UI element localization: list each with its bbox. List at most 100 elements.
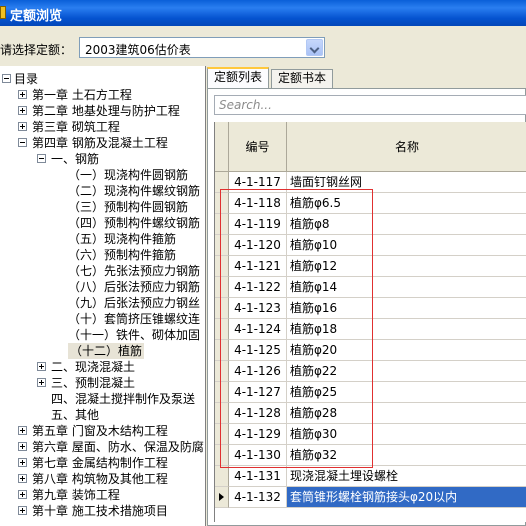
cell-name[interactable]: 植筋φ18	[287, 319, 526, 340]
cell-name[interactable]: 植筋φ32	[287, 445, 526, 466]
cell-code[interactable]: 4-1-127	[229, 382, 287, 403]
tree-node[interactable]: 第九章 装饰工程	[32, 487, 120, 503]
cell-code[interactable]: 4-1-131	[229, 466, 287, 487]
row-indicator[interactable]	[215, 340, 229, 361]
tree-node[interactable]: 五、其他	[51, 407, 99, 423]
tree-node[interactable]: 第八章 构筑物及其他工程	[32, 471, 168, 487]
table-row[interactable]: 4-1-126 植筋φ22	[215, 361, 526, 382]
tree-node[interactable]: （三）预制构件圆钢筋	[68, 199, 188, 215]
row-indicator[interactable]	[215, 319, 229, 340]
expand-icon[interactable]	[18, 442, 27, 451]
collapse-icon[interactable]	[18, 138, 27, 147]
cell-code[interactable]: 4-1-126	[229, 361, 287, 382]
cell-name[interactable]: 植筋φ20	[287, 340, 526, 361]
cell-code[interactable]: 4-1-129	[229, 424, 287, 445]
tree-node[interactable]: （八）后张法预应力钢筋	[68, 279, 200, 295]
table-row[interactable]: 4-1-132 套筒锥形螺栓钢筋接头φ20以内	[215, 487, 526, 508]
expand-icon[interactable]	[37, 362, 46, 371]
quota-select[interactable]: 2003建筑06估价表	[79, 37, 325, 58]
table-row[interactable]: 4-1-130 植筋φ32	[215, 445, 526, 466]
tab-quota-list[interactable]: 定额列表	[207, 67, 270, 89]
expand-icon[interactable]	[18, 490, 27, 499]
table-row[interactable]: 4-1-120 植筋φ10	[215, 235, 526, 256]
tree-node[interactable]: （五）现浇构件箍筋	[68, 231, 176, 247]
tree-node[interactable]: 第十章 施工技术措施项目	[32, 503, 168, 519]
table-row[interactable]: 4-1-118 植筋φ6.5	[215, 193, 526, 214]
collapse-icon[interactable]	[2, 74, 11, 83]
tree-node[interactable]: 第五章 门窗及木结构工程	[32, 423, 168, 439]
row-indicator[interactable]	[215, 382, 229, 403]
tab-quota-book[interactable]: 定额书本	[271, 69, 334, 88]
cell-code[interactable]: 4-1-123	[229, 298, 287, 319]
row-indicator[interactable]	[215, 172, 229, 193]
cell-name[interactable]: 现浇混凝土埋设螺栓	[287, 466, 526, 487]
cell-code[interactable]: 4-1-125	[229, 340, 287, 361]
table-row[interactable]: 4-1-129 植筋φ30	[215, 424, 526, 445]
row-indicator[interactable]	[215, 361, 229, 382]
row-indicator[interactable]	[215, 487, 229, 508]
cell-name[interactable]: 植筋φ10	[287, 235, 526, 256]
tree-node[interactable]: （一）现浇构件圆钢筋	[68, 167, 188, 183]
tree-node[interactable]: （七）先张法预应力钢筋	[68, 263, 200, 279]
column-header-name[interactable]: 名称	[287, 122, 526, 172]
table-row[interactable]: 4-1-128 植筋φ28	[215, 403, 526, 424]
tree-node[interactable]: 第三章 砌筑工程	[32, 119, 120, 135]
cell-name[interactable]: 植筋φ25	[287, 382, 526, 403]
cell-name[interactable]: 植筋φ22	[287, 361, 526, 382]
tree-node[interactable]: （九）后张法预应力钢丝	[68, 295, 200, 311]
quota-table[interactable]: 编号 名称 4-1-117 墙面钉钢丝网 4-1-118 植筋φ6.5 4-1-119 植…	[214, 122, 526, 522]
cell-code[interactable]: 4-1-120	[229, 235, 287, 256]
tree-node[interactable]: 第四章 钢筋及混凝土工程	[32, 135, 168, 151]
cell-name[interactable]: 植筋φ28	[287, 403, 526, 424]
expand-icon[interactable]	[18, 106, 27, 115]
tree-node[interactable]: 三、预制混凝土	[51, 375, 135, 391]
expand-icon[interactable]	[18, 426, 27, 435]
tree-node[interactable]: 一、钢筋	[51, 151, 99, 167]
cell-name[interactable]: 植筋φ30	[287, 424, 526, 445]
tree-node[interactable]: 四、混凝土搅拌制作及泵送	[51, 391, 195, 407]
row-indicator[interactable]	[215, 403, 229, 424]
tree-node[interactable]: （十二）植筋	[68, 343, 145, 359]
table-row[interactable]: 4-1-119 植筋φ8	[215, 214, 526, 235]
cell-code[interactable]: 4-1-118	[229, 193, 287, 214]
tree-node[interactable]: 目录	[14, 71, 38, 87]
table-row[interactable]: 4-1-117 墙面钉钢丝网	[215, 172, 526, 193]
tree-node[interactable]: （四）预制构件螺纹钢筋	[68, 215, 200, 231]
row-indicator[interactable]	[215, 424, 229, 445]
tree-node[interactable]: （十一）铁件、砌体加固	[68, 327, 200, 343]
cell-code[interactable]: 4-1-121	[229, 256, 287, 277]
cell-name[interactable]: 植筋φ14	[287, 277, 526, 298]
cell-name[interactable]: 墙面钉钢丝网	[287, 172, 526, 193]
tree-node[interactable]: 第一章 土石方工程	[32, 87, 132, 103]
chapter-tree[interactable]: 目录 第一章 土石方工程 第二章 地基处理与防护工程 第三章 砌筑工程 第四章 钢筋及混…	[0, 66, 206, 526]
collapse-icon[interactable]	[37, 154, 46, 163]
row-indicator[interactable]	[215, 256, 229, 277]
row-indicator[interactable]	[215, 445, 229, 466]
row-indicator[interactable]	[215, 298, 229, 319]
cell-code[interactable]: 4-1-130	[229, 445, 287, 466]
table-row[interactable]: 4-1-122 植筋φ14	[215, 277, 526, 298]
row-indicator[interactable]	[215, 277, 229, 298]
chevron-down-icon[interactable]	[306, 39, 323, 56]
table-row[interactable]: 4-1-124 植筋φ18	[215, 319, 526, 340]
expand-icon[interactable]	[18, 506, 27, 515]
tree-node[interactable]: 第二章 地基处理与防护工程	[32, 103, 180, 119]
expand-icon[interactable]	[37, 378, 46, 387]
table-row[interactable]: 4-1-121 植筋φ12	[215, 256, 526, 277]
cell-name[interactable]: 套筒锥形螺栓钢筋接头φ20以内	[287, 487, 526, 508]
cell-name[interactable]: 植筋φ16	[287, 298, 526, 319]
tree-node[interactable]: 第七章 金属结构制作工程	[32, 455, 168, 471]
tree-node[interactable]: （二）现浇构件螺纹钢筋	[68, 183, 200, 199]
search-input[interactable]: Search...	[214, 95, 526, 115]
row-indicator[interactable]	[215, 466, 229, 487]
row-indicator[interactable]	[215, 193, 229, 214]
cell-code[interactable]: 4-1-132	[229, 487, 287, 508]
expand-icon[interactable]	[18, 122, 27, 131]
cell-code[interactable]: 4-1-119	[229, 214, 287, 235]
cell-code[interactable]: 4-1-117	[229, 172, 287, 193]
tree-node[interactable]: （十）套筒挤压锥螺纹连	[68, 311, 200, 327]
table-row[interactable]: 4-1-123 植筋φ16	[215, 298, 526, 319]
tree-node[interactable]: 二、现浇混凝土	[51, 359, 135, 375]
expand-icon[interactable]	[18, 474, 27, 483]
cell-name[interactable]: 植筋φ8	[287, 214, 526, 235]
